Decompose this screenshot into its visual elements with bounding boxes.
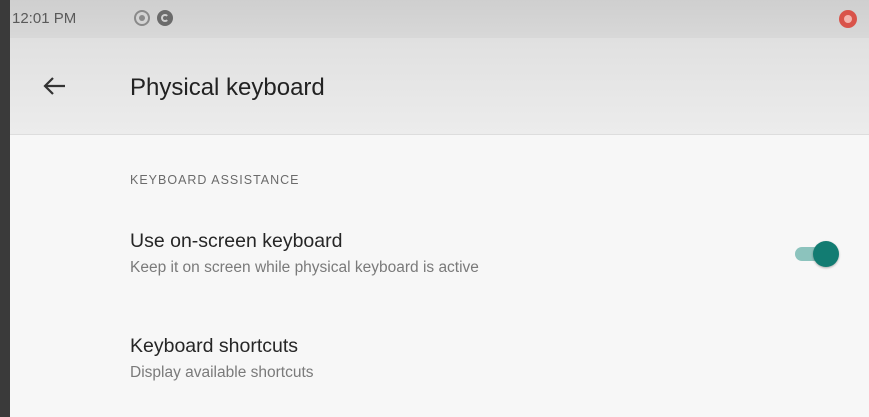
page-title: Physical keyboard — [130, 74, 325, 101]
arrow-back-icon — [43, 77, 65, 95]
pref-use-on-screen-keyboard[interactable]: Use on-screen keyboard Keep it on screen… — [10, 220, 869, 310]
app-bar: Physical keyboard — [10, 38, 869, 135]
status-bar: 12:01 PM — [10, 0, 869, 38]
section-header-keyboard-assistance: KEYBOARD ASSISTANCE — [130, 173, 300, 187]
settings-screen: 12:01 PM Physical keyboard KEYBOARD ASSI… — [10, 0, 869, 417]
toggle-thumb — [813, 241, 839, 267]
back-button[interactable] — [36, 66, 76, 106]
screen-record-icon — [134, 10, 150, 26]
recording-indicator-icon — [839, 10, 857, 28]
status-time: 12:01 PM — [12, 10, 77, 27]
pref-title: Keyboard shortcuts — [130, 335, 299, 357]
g-app-icon — [157, 10, 173, 26]
on-screen-keyboard-toggle[interactable] — [793, 239, 841, 269]
pref-title: Use on-screen keyboard — [130, 230, 343, 252]
pref-keyboard-shortcuts[interactable]: Keyboard shortcuts Display available sho… — [10, 325, 869, 405]
pref-summary: Display available shortcuts — [130, 364, 314, 381]
pref-summary: Keep it on screen while physical keyboar… — [130, 259, 479, 276]
